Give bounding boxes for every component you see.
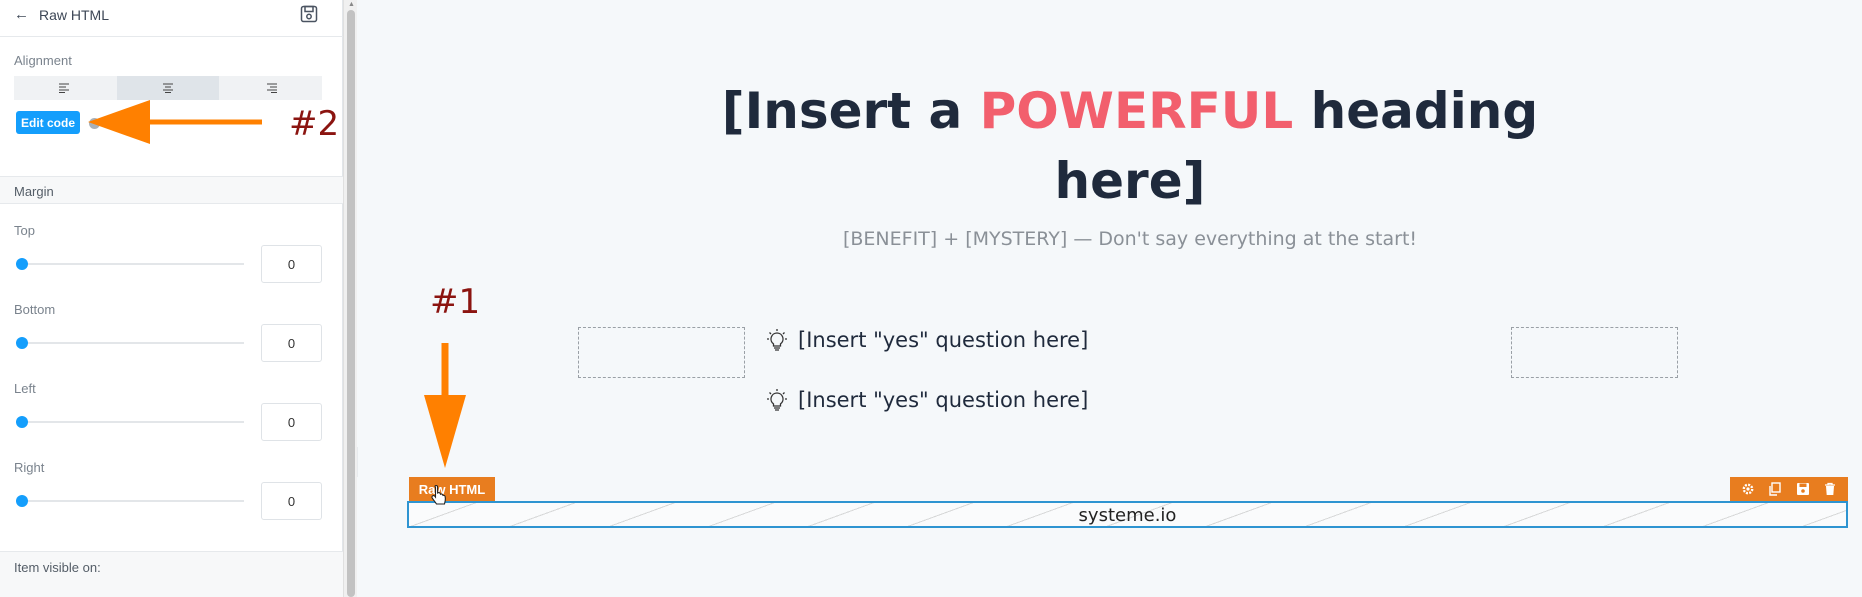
margin-left-input[interactable] xyxy=(261,403,322,441)
align-right-icon xyxy=(266,83,277,93)
heading-highlight: POWERFUL xyxy=(979,82,1294,140)
question-item[interactable]: [Insert "yes" question here] xyxy=(764,327,1088,353)
question-text: [Insert "yes" question here] xyxy=(798,388,1089,412)
page-subheading[interactable]: [BENEFIT] + [MYSTERY] — Don't say everyt… xyxy=(760,228,1500,250)
raw-html-element-tag[interactable]: Raw HTML xyxy=(409,477,495,501)
alignment-group xyxy=(14,76,322,100)
align-left-button[interactable] xyxy=(14,76,117,100)
back-arrow-icon: ← xyxy=(14,6,29,23)
margin-top-label: Top xyxy=(14,223,35,238)
margin-right-label: Right xyxy=(14,460,45,475)
align-right-button[interactable] xyxy=(219,76,322,100)
empty-placeholder-left[interactable] xyxy=(578,327,745,378)
margin-bottom-label: Bottom xyxy=(14,302,56,317)
sidebar-scrollbar[interactable]: ▲ xyxy=(343,0,357,597)
element-toolbar xyxy=(1730,477,1848,501)
align-center-button[interactable] xyxy=(116,76,220,100)
margin-bottom-slider-thumb[interactable] xyxy=(16,337,28,349)
scrollbar-thumb[interactable] xyxy=(347,10,355,597)
help-icon[interactable] xyxy=(89,118,100,129)
margin-label: Margin xyxy=(14,184,54,199)
lightbulb-icon xyxy=(767,389,787,411)
gear-icon[interactable] xyxy=(1741,482,1755,496)
margin-top-slider-thumb[interactable] xyxy=(16,258,28,270)
save-icon[interactable] xyxy=(300,5,318,23)
raw-html-content: systeme.io xyxy=(1078,505,1177,526)
empty-placeholder-right[interactable] xyxy=(1511,327,1678,378)
visibility-section-header[interactable]: Item visible on: xyxy=(0,551,343,597)
sidebar-header: ← Raw HTML xyxy=(0,0,343,37)
margin-bottom-input[interactable] xyxy=(261,324,322,362)
margin-top-input[interactable] xyxy=(261,245,322,283)
back-button[interactable]: ← Raw HTML xyxy=(14,6,109,23)
page-heading[interactable]: [Insert a POWERFUL heading here] xyxy=(660,76,1600,216)
visibility-label: Item visible on: xyxy=(14,560,101,575)
save-icon[interactable] xyxy=(1796,482,1810,496)
lightbulb-icon xyxy=(767,329,787,351)
panel-title: Raw HTML xyxy=(39,6,110,23)
margin-left-slider[interactable] xyxy=(22,421,244,423)
margin-left-label: Left xyxy=(14,381,36,396)
margin-right-slider-thumb[interactable] xyxy=(16,495,28,507)
raw-html-block[interactable]: systeme.io xyxy=(407,501,1848,528)
margin-top-slider[interactable] xyxy=(22,263,244,265)
align-center-icon xyxy=(163,83,173,93)
margin-right-slider[interactable] xyxy=(22,500,244,502)
scroll-up-icon[interactable]: ▲ xyxy=(348,1,355,8)
alignment-label: Alignment xyxy=(14,53,72,68)
annotation-label-1: #1 xyxy=(430,282,481,322)
annotation-label-2: #2 xyxy=(289,104,340,144)
heading-text-start: [Insert a xyxy=(721,82,980,140)
margin-section-header: Margin xyxy=(0,176,343,204)
question-item[interactable]: [Insert "yes" question here] xyxy=(764,387,1088,413)
align-left-icon xyxy=(59,83,70,93)
trash-icon[interactable] xyxy=(1823,482,1837,496)
copy-icon[interactable] xyxy=(1768,482,1782,496)
margin-bottom-slider[interactable] xyxy=(22,342,244,344)
question-text: [Insert "yes" question here] xyxy=(798,328,1089,352)
edit-code-button[interactable]: Edit code xyxy=(16,111,80,134)
margin-right-input[interactable] xyxy=(261,482,322,520)
settings-sidebar: ← Raw HTML Alignment Edit code Margin To… xyxy=(0,0,343,597)
hand-cursor-icon xyxy=(431,484,446,505)
margin-left-slider-thumb[interactable] xyxy=(16,416,28,428)
